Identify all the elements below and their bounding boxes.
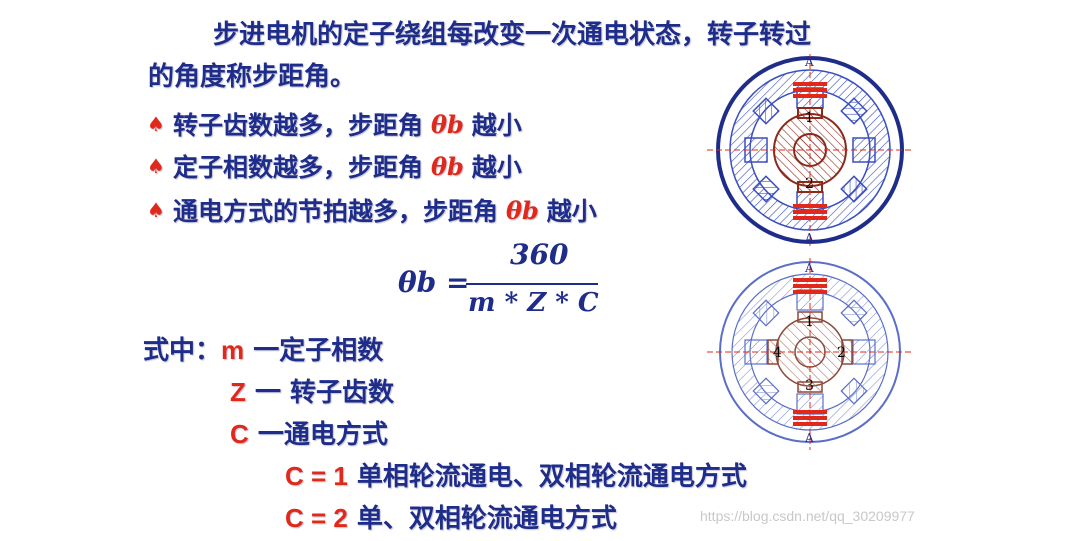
definition-prefix: 式中： [143, 336, 222, 366]
intro-line-2: 的角度称步距角。 [148, 62, 357, 92]
theta-symbol: θb [505, 195, 539, 225]
bullet-stator-phases: ♠ 定子相数越多，步距角 θb 越小 [147, 148, 522, 184]
pole-label-bottom: A [804, 431, 814, 445]
formula-denominator: m * Z * C [468, 288, 599, 318]
fraction-bar [466, 283, 598, 285]
spade-bullet-icon: ♠ [147, 112, 165, 136]
spade-bullet-icon: ♠ [147, 198, 165, 222]
watermark: https://blog.csdn.net/qq_30209977 [700, 508, 915, 524]
definition-text: 一通电方式 [248, 420, 388, 450]
tooth-label-1: 1 [805, 314, 814, 330]
bullet-beats: ♠ 通电方式的节拍越多，步距角 θb 越小 [147, 192, 597, 228]
motor-diagram-bottom: A A 1 2 3 4 [707, 258, 913, 450]
definition-c: C 一通电方式 [230, 414, 388, 451]
intro-line-1: 步进电机的定子绕组每改变一次通电状态，转子转过 [213, 20, 812, 50]
symbol-z: Z [230, 377, 246, 407]
step-angle-formula: θb = 360 m * Z * C [398, 238, 628, 328]
formula-numerator: 360 [510, 238, 569, 271]
tooth-label-4: 4 [773, 345, 782, 361]
bullet-text: 定子相数越多，步距角 [172, 153, 423, 182]
bullet-rotor-teeth: ♠ 转子齿数越多，步距角 θb 越小 [147, 106, 522, 142]
tooth-label-2: 2 [805, 176, 814, 192]
spade-bullet-icon: ♠ [147, 154, 165, 178]
definition-c1: C = 1 单相轮流通电、双相轮流通电方式 [285, 456, 747, 493]
definition-z: Z 一 转子齿数 [230, 372, 394, 409]
symbol-m: m [221, 335, 245, 365]
definition-text: 一定子相数 [244, 336, 384, 366]
definition-c2: C = 2 单、双相轮流通电方式 [285, 498, 617, 535]
definition-m: 式中：m 一定子相数 [143, 330, 383, 367]
tooth-label-3: 3 [805, 378, 814, 394]
definition-text: 单相轮流通电、双相轮流通电方式 [347, 462, 747, 492]
bullet-suffix: 越小 [471, 111, 522, 140]
definition-text: 单、双相轮流通电方式 [347, 504, 617, 534]
bullet-suffix: 越小 [471, 153, 522, 182]
pole-label-bottom: A [804, 231, 814, 245]
symbol-c: C [230, 419, 249, 449]
bullet-text: 转子齿数越多，步距角 [172, 111, 423, 140]
bullet-suffix: 越小 [546, 197, 597, 226]
pole-label-top: A [804, 55, 814, 69]
theta-symbol: θb [430, 151, 464, 181]
motor-diagram-top: A A 1 2 [707, 54, 913, 246]
theta-symbol: θb [430, 109, 464, 139]
formula-lhs: θb = [398, 266, 470, 299]
definition-text: 一 转子齿数 [245, 378, 394, 408]
symbol-c-equals-2: C = 2 [285, 503, 348, 533]
tooth-label-2: 2 [837, 345, 846, 361]
tooth-label-1: 1 [805, 110, 814, 126]
symbol-c-equals-1: C = 1 [285, 461, 348, 491]
bullet-text: 通电方式的节拍越多，步距角 [172, 197, 498, 226]
pole-label-top: A [804, 261, 814, 275]
